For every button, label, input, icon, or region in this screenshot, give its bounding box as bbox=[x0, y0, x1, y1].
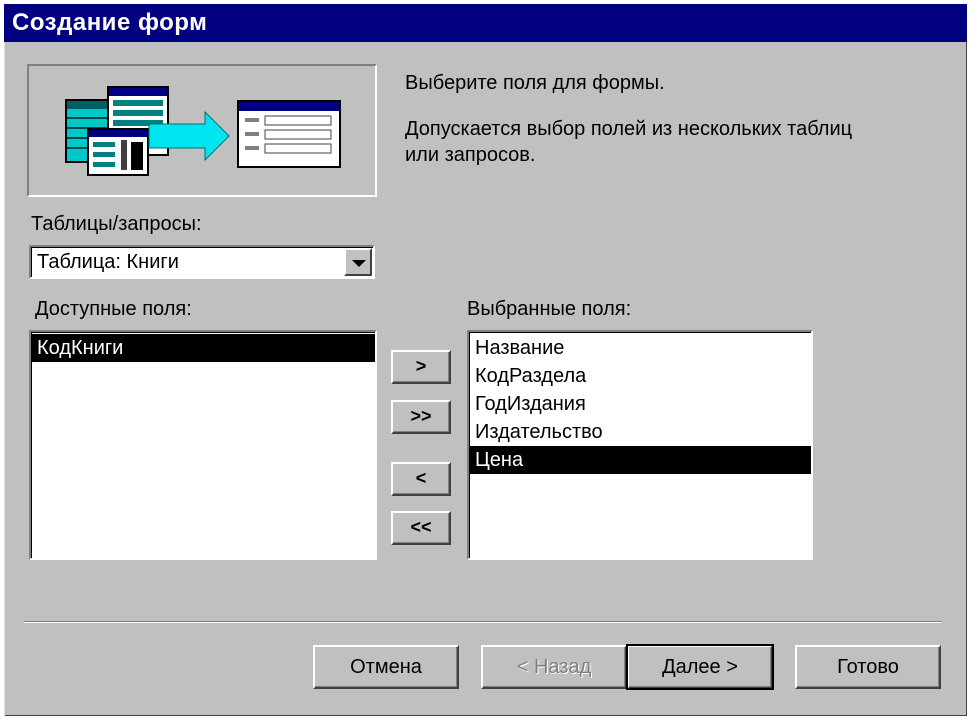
selected-field-item[interactable]: Издательство bbox=[469, 418, 811, 446]
hint-text-line1: Допускается выбор полей из нескольких та… bbox=[405, 118, 853, 140]
available-fields-label: Доступные поля: bbox=[35, 298, 192, 320]
tables-queries-label: Таблицы/запросы: bbox=[31, 213, 202, 235]
selected-field-item[interactable]: Цена bbox=[469, 446, 811, 474]
selected-field-item[interactable]: Название bbox=[469, 334, 811, 362]
selected-fields-label: Выбранные поля: bbox=[467, 298, 632, 320]
selected-field-item[interactable]: ГодИздания bbox=[469, 390, 811, 418]
wizard-illustration bbox=[27, 64, 377, 197]
cancel-button[interactable]: Отмена bbox=[313, 645, 459, 689]
tables-to-form-illustration bbox=[65, 86, 341, 176]
add-all-fields-button[interactable]: >> bbox=[391, 400, 451, 434]
next-button[interactable]: Далее > bbox=[626, 644, 774, 690]
chevron-down-icon bbox=[352, 260, 366, 267]
available-field-item[interactable]: КодКниги bbox=[31, 334, 375, 362]
hint-text-line2: или запросов. bbox=[405, 144, 536, 166]
selected-fields-list[interactable]: Название КодРаздела ГодИздания Издательство… bbox=[467, 330, 813, 560]
tables-queries-value: Таблица: Книги bbox=[37, 251, 179, 273]
form-icon bbox=[237, 100, 341, 168]
selected-field-item[interactable]: КодРаздела bbox=[469, 362, 811, 390]
title-bar[interactable]: Создание форм bbox=[4, 4, 967, 42]
tables-queries-combobox[interactable]: Таблица: Книги bbox=[29, 245, 375, 279]
dropdown-button[interactable] bbox=[344, 248, 372, 276]
instruction-text: Выберите поля для формы. bbox=[405, 72, 665, 94]
finish-button[interactable]: Готово bbox=[795, 645, 941, 689]
table-icon-front bbox=[87, 128, 149, 176]
available-fields-list[interactable]: КодКниги bbox=[29, 330, 377, 560]
remove-field-button[interactable]: < bbox=[391, 462, 451, 496]
remove-all-fields-button[interactable]: << bbox=[391, 511, 451, 545]
window-title: Создание форм bbox=[12, 9, 208, 36]
add-field-button[interactable]: > bbox=[391, 350, 451, 384]
footer-separator bbox=[24, 621, 942, 623]
back-button[interactable]: < Назад bbox=[481, 645, 627, 689]
